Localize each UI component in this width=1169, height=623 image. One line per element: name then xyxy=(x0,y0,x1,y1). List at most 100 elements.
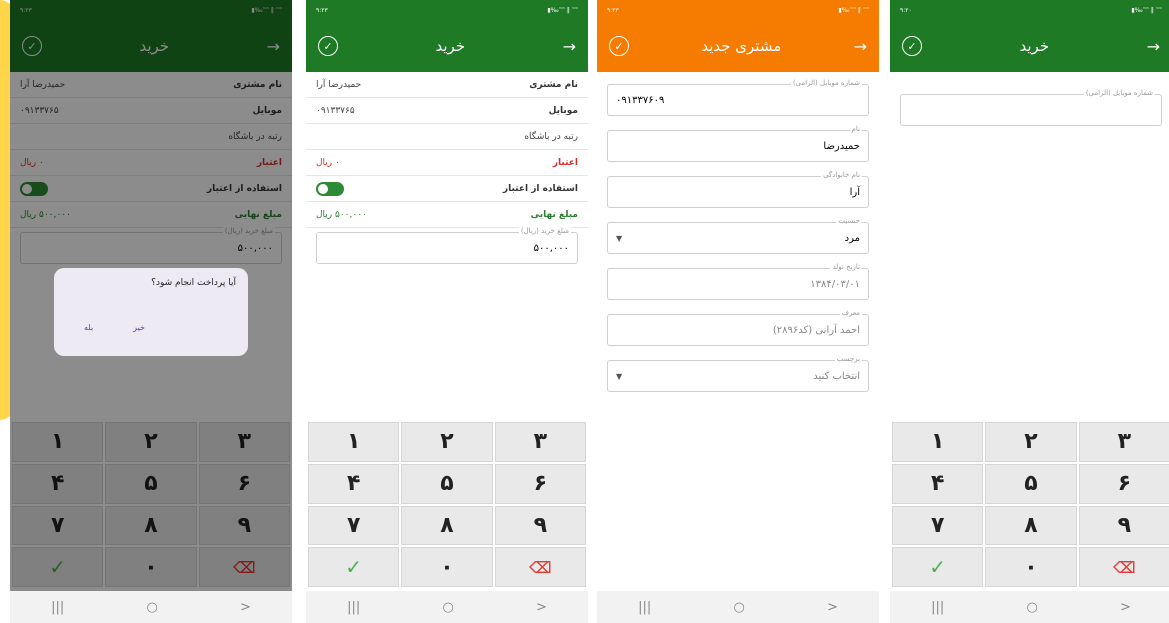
back-icon[interactable]: > xyxy=(827,600,838,615)
mobile-search-field[interactable]: شماره موبایل (الزامی) xyxy=(900,89,1162,126)
confirm-icon[interactable]: ✓ xyxy=(609,36,629,56)
recent-apps-icon[interactable]: ||| xyxy=(638,600,651,615)
recent-apps-icon[interactable]: ||| xyxy=(347,600,360,615)
page-title: خرید xyxy=(1019,37,1050,55)
key-9[interactable]: ۹ xyxy=(1078,505,1169,546)
status-time: ۹:۲۳ xyxy=(607,6,619,14)
mobile-field[interactable]: شماره موبایل (الزامی) ۰۹۱۳۳۷۶۰۹ xyxy=(607,79,869,116)
mobile-value: ۰۹۱۳۳۷۶۵ xyxy=(316,105,355,116)
birth-legend: تاریخ تولد xyxy=(830,263,862,271)
rank-label: رتبه در باشگاه xyxy=(524,131,578,142)
status-icons: ▮‰‷‷ ‖ ‷‷ xyxy=(838,6,869,14)
system-nav-bar: ||| ○ > xyxy=(890,591,1169,623)
key-ok-check-icon[interactable]: ✓ xyxy=(308,547,400,587)
app-bar: ✓ مشتری جدید → xyxy=(597,20,879,72)
family-value: آرا xyxy=(849,186,860,198)
credit-row: اعتبار ۰ ریال xyxy=(306,150,588,176)
tag-value: انتخاب کنید xyxy=(813,370,860,382)
key-8[interactable]: ۸ xyxy=(401,505,493,546)
app-bar: ✓ خرید → xyxy=(890,20,1169,72)
final-value: ۵۰۰,۰۰۰ ریال xyxy=(316,209,367,220)
key-3[interactable]: ۳ xyxy=(494,422,586,462)
key-4[interactable]: ۴ xyxy=(308,463,400,504)
key-2[interactable]: ۲ xyxy=(401,422,493,462)
status-bar: ۹:۲۳ ▮‰‷‷ ‖ ‷‷ xyxy=(306,0,588,20)
numeric-keypad: ۱ ۲ ۳ ۴ ۵ ۶ ۷ ۸ ۹ ✓ ۰ ⌫ xyxy=(306,422,588,587)
system-nav-bar: ||| ○ > xyxy=(10,591,292,623)
back-icon[interactable]: > xyxy=(240,600,251,615)
use-credit-label: استفاده از اعتبار xyxy=(502,183,578,194)
payment-confirm-dialog: آیا پرداخت انجام شود؟ بله خیر xyxy=(54,268,248,356)
key-2[interactable]: ۲ xyxy=(985,422,1077,462)
mobile-row: موبایل ۰۹۱۳۳۷۶۵ xyxy=(306,98,588,124)
referrer-value: احمد آرانی (کد۲۸۹۶) xyxy=(772,324,860,336)
back-arrow-icon[interactable]: → xyxy=(563,37,576,56)
key-1[interactable]: ۱ xyxy=(892,422,984,462)
key-6[interactable]: ۶ xyxy=(1078,463,1169,504)
mobile-value: ۰۹۱۳۳۷۶۰۹ xyxy=(616,94,665,106)
name-value: حمیدرضا xyxy=(823,140,860,152)
gender-select[interactable]: جنسیت مرد ▼ xyxy=(607,217,869,254)
key-ok-check-icon[interactable]: ✓ xyxy=(892,547,984,587)
home-icon[interactable]: ○ xyxy=(146,600,157,615)
back-arrow-icon[interactable]: → xyxy=(1147,37,1160,56)
recent-apps-icon[interactable]: ||| xyxy=(51,600,64,615)
confirm-icon[interactable]: ✓ xyxy=(318,36,338,56)
mobile-entry-screen: ۹:۲۰ ▮‰‷‷ ‖ ‷‷ ✓ خرید → شماره موبایل (الز… xyxy=(890,0,1169,623)
app-bar: ✓ خرید → xyxy=(306,20,588,72)
final-row: مبلغ نهایی ۵۰۰,۰۰۰ ریال xyxy=(306,202,588,228)
key-8[interactable]: ۸ xyxy=(985,505,1077,546)
back-icon[interactable]: > xyxy=(1120,600,1131,615)
birth-value: ۱۳۸۴/۰۳/۰۱ xyxy=(810,278,860,290)
customer-label: نام مشتری xyxy=(529,79,578,90)
amount-legend: مبلغ خرید (ریال) xyxy=(518,227,571,235)
system-nav-bar: ||| ○ > xyxy=(306,591,588,623)
home-icon[interactable]: ○ xyxy=(733,600,744,615)
customer-value: حمیدرضا آرا xyxy=(316,79,362,90)
key-delete-icon[interactable]: ⌫ xyxy=(1078,547,1169,587)
back-icon[interactable]: > xyxy=(536,600,547,615)
key-5[interactable]: ۵ xyxy=(401,463,493,504)
referrer-field[interactable]: معرف احمد آرانی (کد۲۸۹۶) xyxy=(607,309,869,346)
key-0[interactable]: ۰ xyxy=(985,547,1077,587)
key-4[interactable]: ۴ xyxy=(892,463,984,504)
tag-legend: برچسب xyxy=(834,355,862,363)
home-icon[interactable]: ○ xyxy=(1026,600,1037,615)
dropdown-arrow-icon: ▼ xyxy=(616,371,623,381)
confirm-icon[interactable]: ✓ xyxy=(902,36,922,56)
mobile-legend: شماره موبایل (الزامی) xyxy=(790,79,862,87)
dialog-yes-button[interactable]: بله xyxy=(84,323,93,332)
key-1[interactable]: ۱ xyxy=(308,422,400,462)
key-7[interactable]: ۷ xyxy=(892,505,984,546)
key-delete-icon[interactable]: ⌫ xyxy=(494,547,586,587)
use-credit-row: استفاده از اعتبار xyxy=(306,176,588,202)
name-field[interactable]: نام حمیدرضا xyxy=(607,125,869,162)
new-customer-screen: ۹:۲۳ ▮‰‷‷ ‖ ‷‷ ✓ مشتری جدید → شماره موبای… xyxy=(597,0,879,623)
key-9[interactable]: ۹ xyxy=(494,505,586,546)
key-3[interactable]: ۳ xyxy=(1078,422,1169,462)
rank-row: رتبه در باشگاه xyxy=(306,124,588,150)
dialog-question: آیا پرداخت انجام شود؟ xyxy=(151,278,236,288)
final-label: مبلغ نهایی xyxy=(530,209,578,220)
recent-apps-icon[interactable]: ||| xyxy=(931,600,944,615)
family-field[interactable]: نام خانوادگی آرا xyxy=(607,171,869,208)
use-credit-toggle[interactable] xyxy=(316,181,344,196)
purchase-screen-with-dialog: ۹:۲۳ ▮‰‷‷ ‖ ‷‷ ✓ خرید → نام مشتری حمیدرضا … xyxy=(10,0,292,623)
dropdown-arrow-icon: ▼ xyxy=(616,233,623,243)
customer-row: نام مشتری حمیدرضا آرا xyxy=(306,72,588,98)
key-6[interactable]: ۶ xyxy=(494,463,586,504)
mobile-label: موبایل xyxy=(548,105,578,116)
tag-select[interactable]: برچسب انتخاب کنید ▼ xyxy=(607,355,869,392)
key-0[interactable]: ۰ xyxy=(401,547,493,587)
name-legend: نام xyxy=(849,125,862,133)
key-7[interactable]: ۷ xyxy=(308,505,400,546)
system-nav-bar: ||| ○ > xyxy=(597,591,879,623)
back-arrow-icon[interactable]: → xyxy=(854,37,867,56)
amount-field[interactable]: مبلغ خرید (ریال) ۵۰۰,۰۰۰ xyxy=(316,227,578,264)
birthdate-field[interactable]: تاریخ تولد ۱۳۸۴/۰۳/۰۱ xyxy=(607,263,869,300)
home-icon[interactable]: ○ xyxy=(442,600,453,615)
page-title: مشتری جدید xyxy=(701,37,782,55)
dialog-no-button[interactable]: خیر xyxy=(133,323,145,332)
key-5[interactable]: ۵ xyxy=(985,463,1077,504)
page-title: خرید xyxy=(435,37,466,55)
